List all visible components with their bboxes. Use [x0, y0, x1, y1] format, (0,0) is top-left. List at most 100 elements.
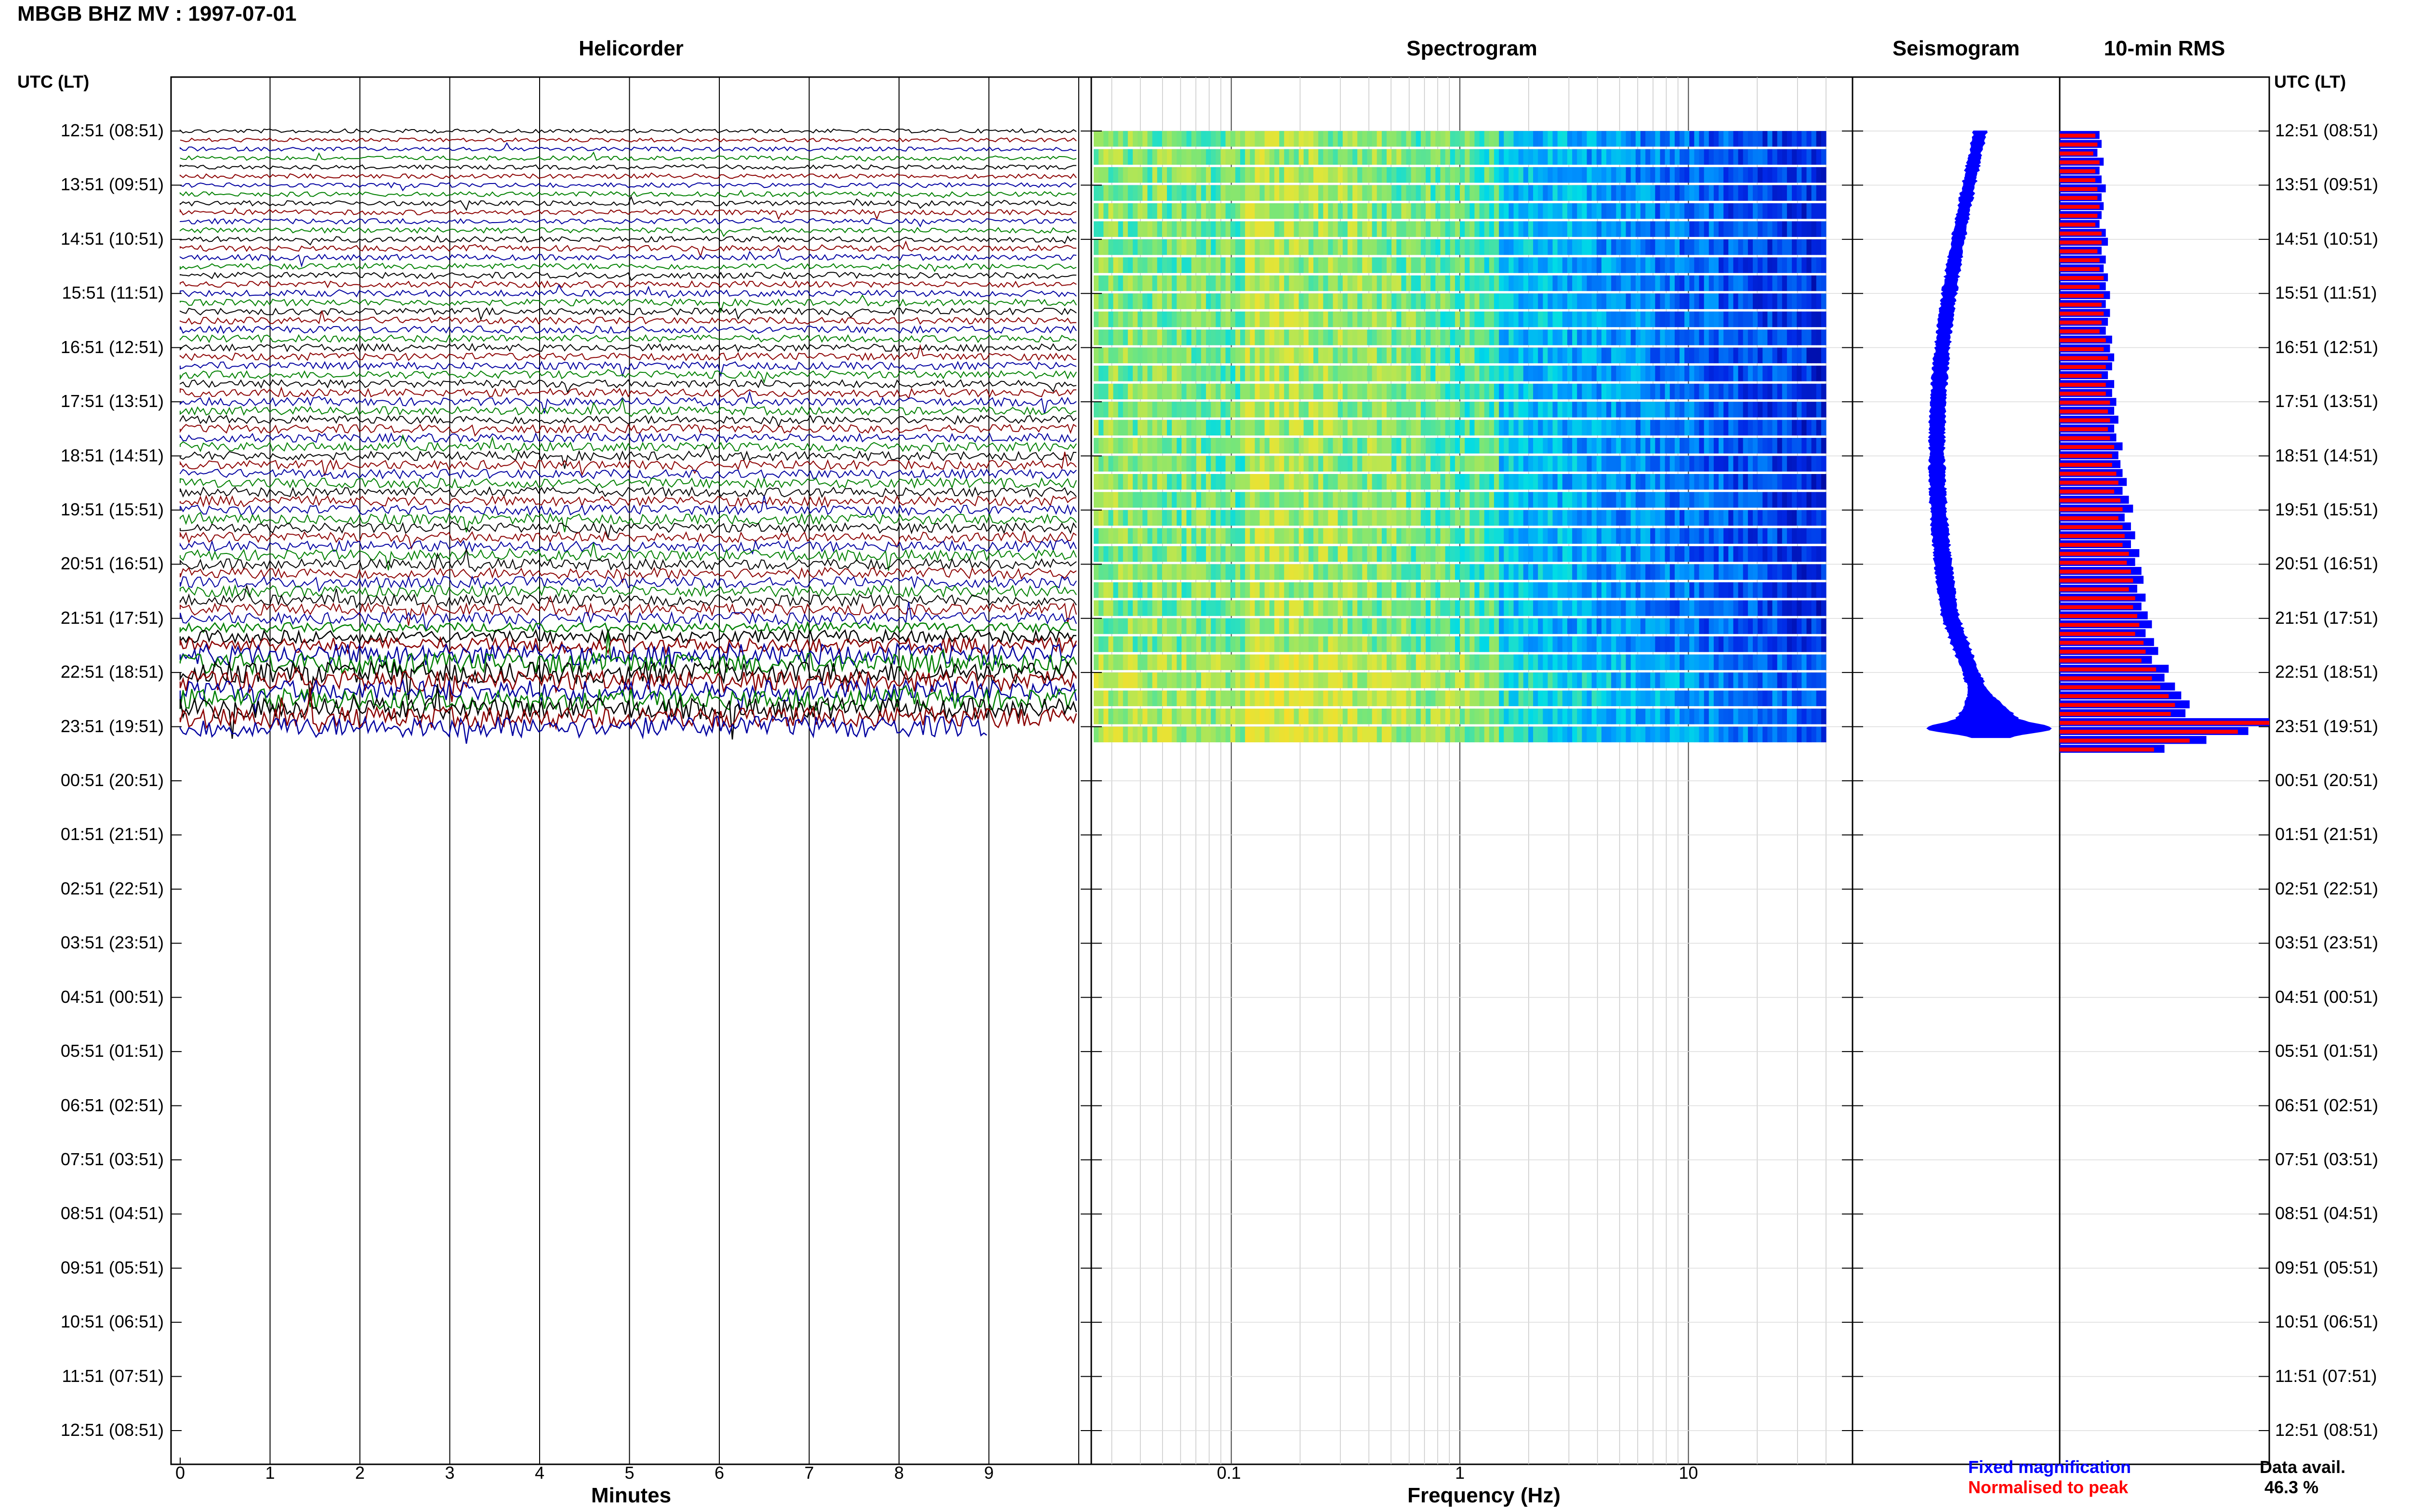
- spectrogram-cell: [1626, 438, 1631, 454]
- spectrogram-cell: [1430, 582, 1436, 598]
- spectrogram-cell: [1196, 311, 1202, 328]
- spectrogram-cell: [1460, 420, 1465, 436]
- spectrogram-cell: [1298, 293, 1304, 309]
- spectrogram-cell: [1728, 438, 1734, 454]
- spectrogram-cell: [1133, 329, 1138, 345]
- spectrogram-cell: [1103, 257, 1109, 273]
- spectrogram-cell: [1381, 492, 1387, 508]
- spectrogram-cell: [1494, 131, 1499, 147]
- spectrogram-cell: [1543, 293, 1548, 309]
- spectrogram-cell: [1518, 672, 1524, 688]
- spectrogram-cell: [1298, 402, 1304, 418]
- spectrogram-cell: [1113, 528, 1119, 544]
- spectrogram-cell: [1347, 582, 1353, 598]
- spectrogram-cell: [1118, 564, 1124, 580]
- spectrogram-cell: [1489, 366, 1495, 381]
- spectrogram-cell: [1352, 510, 1358, 526]
- spectrogram-cell: [1308, 528, 1314, 544]
- spectrogram-cell: [1177, 257, 1182, 273]
- spectrogram-cell: [1460, 492, 1465, 508]
- spectrogram-cell: [1430, 456, 1436, 472]
- spectrogram-cell: [1626, 257, 1631, 273]
- spectrogram-cell: [1528, 474, 1534, 490]
- spectrogram-cell: [1479, 149, 1485, 165]
- spectrogram-cell: [1426, 149, 1431, 165]
- spectrogram-cell: [1797, 438, 1802, 454]
- spectrogram-cell: [1680, 528, 1685, 544]
- spectrogram-cell: [1391, 167, 1397, 183]
- spectrogram-cell: [1216, 167, 1221, 183]
- spectrogram-cell: [1240, 347, 1245, 364]
- spectrogram-cell: [1518, 600, 1524, 616]
- spectrogram-cell: [1377, 582, 1382, 598]
- spectrogram-cell: [1435, 456, 1441, 472]
- spectrogram-cell: [1513, 275, 1519, 291]
- spectrogram-cell: [1162, 546, 1167, 562]
- spectrogram-cell: [1762, 293, 1768, 309]
- spectrogram-cell: [1738, 311, 1744, 328]
- spectrogram-cell: [1572, 131, 1577, 147]
- spectrogram-cell: [1777, 293, 1783, 309]
- spectrogram-cell: [1557, 600, 1563, 616]
- spectrogram-cell: [1606, 420, 1612, 436]
- spectrogram-cell: [1801, 275, 1807, 291]
- spectrogram-cell: [1352, 438, 1358, 454]
- spectrogram-cell: [1440, 221, 1446, 237]
- spectrogram-cell: [1567, 600, 1573, 616]
- spectrogram-cell: [1660, 221, 1666, 237]
- spectrogram-cell: [1216, 618, 1221, 634]
- spectrogram-cell: [1177, 185, 1182, 201]
- spectrogram-cell: [1733, 167, 1739, 183]
- spectrogram-cell: [1298, 257, 1304, 273]
- spectrogram-cell: [1352, 492, 1358, 508]
- spectrogram-cell: [1797, 257, 1802, 273]
- spectrogram-cell: [1572, 582, 1577, 598]
- spectrogram-cell: [1747, 654, 1753, 671]
- spectrogram-cell: [1094, 221, 1099, 237]
- spectrogram-cell: [1499, 636, 1504, 652]
- spectrogram-cell: [1235, 564, 1241, 580]
- spectrogram-cell: [1381, 366, 1387, 381]
- spectrogram-cell: [1660, 239, 1666, 255]
- spectrogram-cell: [1777, 528, 1783, 544]
- spectrogram-cell: [1616, 257, 1621, 273]
- spectrogram-cell: [1445, 654, 1451, 671]
- spectrogram-cell: [1318, 167, 1324, 183]
- spectrogram-cell: [1235, 149, 1241, 165]
- spectrogram-cell: [1689, 167, 1694, 183]
- spectrogram-cell: [1250, 690, 1255, 707]
- spectrogram-cell: [1133, 275, 1138, 291]
- spectrogram-cell: [1435, 203, 1441, 219]
- spectrogram-cell: [1157, 311, 1163, 328]
- spectrogram-cell: [1713, 383, 1719, 400]
- spectrogram-cell: [1333, 311, 1338, 328]
- spectrogram-cell: [1152, 528, 1158, 544]
- spectrogram-cell: [1504, 167, 1509, 183]
- spectrogram-cell: [1420, 492, 1426, 508]
- spectrogram-cell: [1186, 618, 1192, 634]
- spectrogram-cell: [1465, 672, 1470, 688]
- spectrogram-cell: [1772, 654, 1778, 671]
- spectrogram-cell: [1157, 690, 1163, 707]
- spectrogram-cell: [1772, 131, 1778, 147]
- spectrogram-cell: [1518, 383, 1524, 400]
- spectrogram-cell: [1494, 347, 1499, 364]
- spectrogram-cell: [1518, 402, 1524, 418]
- spectrogram-cell: [1406, 402, 1412, 418]
- spectrogram-cell: [1816, 149, 1822, 165]
- spectrogram-cell: [1611, 438, 1616, 454]
- spectrogram-cell: [1401, 149, 1407, 165]
- spectrogram-cell: [1298, 618, 1304, 634]
- spectrogram-cell: [1435, 618, 1441, 634]
- spectrogram-cell: [1323, 600, 1328, 616]
- spectrogram-cell: [1308, 618, 1314, 634]
- spectrogram-cell: [1665, 654, 1670, 671]
- spectrogram-cell: [1342, 311, 1348, 328]
- spectrogram-cell: [1499, 366, 1504, 381]
- spectrogram-cell: [1797, 618, 1802, 634]
- spectrogram-cell: [1674, 203, 1680, 219]
- spectrogram-cell: [1279, 420, 1284, 436]
- spectrogram-cell: [1099, 131, 1104, 147]
- spectrogram-cell: [1230, 564, 1236, 580]
- spectrogram-cell: [1591, 239, 1597, 255]
